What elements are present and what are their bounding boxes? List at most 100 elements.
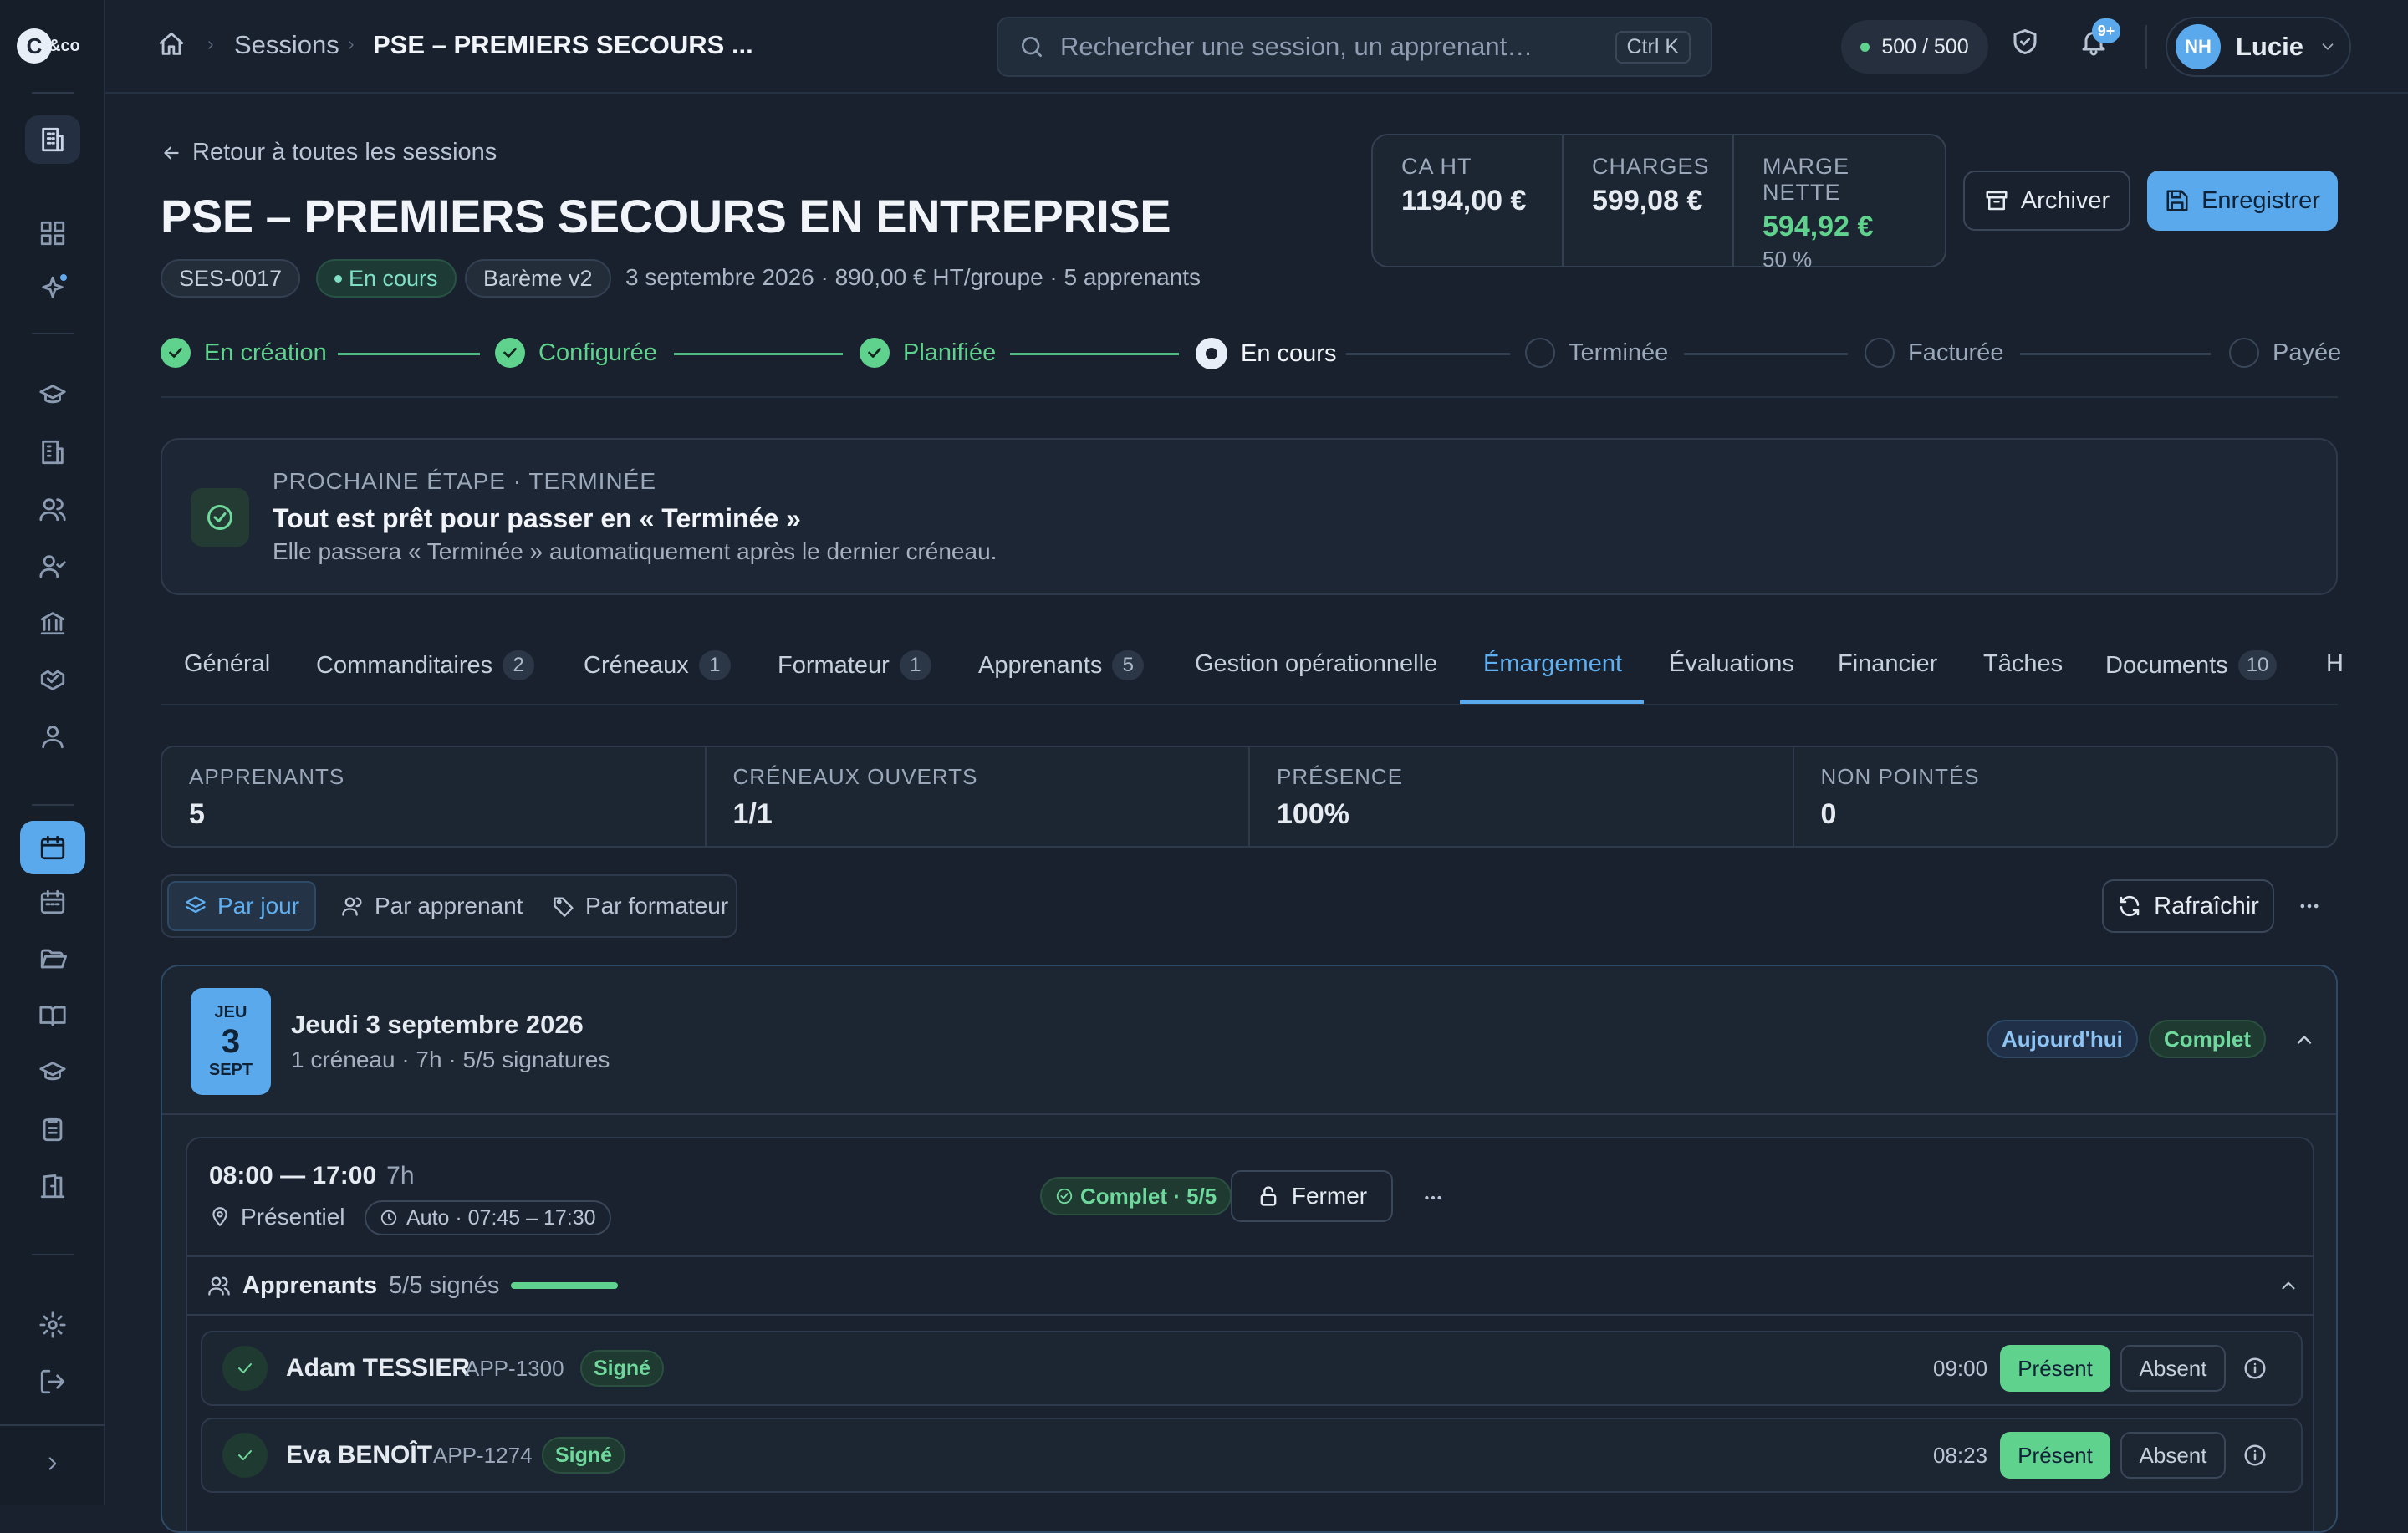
step-configuree: Configurée	[495, 338, 657, 368]
tab-emargement[interactable]: Émargement	[1483, 650, 1622, 678]
logout-icon	[40, 1369, 65, 1394]
tab-formateur[interactable]: Formateur 1	[778, 650, 931, 680]
refresh-button[interactable]: Rafraîchir	[2102, 879, 2274, 933]
absent-button[interactable]: Absent	[2120, 1432, 2226, 1479]
building-icon	[42, 440, 64, 465]
status-badge: En cours	[316, 259, 457, 298]
finance-charges-label: CHARGES	[1592, 154, 1710, 179]
sidebar-item-dashboard[interactable]	[25, 209, 80, 257]
save-button[interactable]: Enregistrer	[2147, 171, 2338, 231]
tab-historique[interactable]: H	[2326, 650, 2344, 678]
day-title: Jeudi 3 septembre 2026	[291, 1010, 584, 1039]
learner-name[interactable]: Adam TESSIER	[286, 1354, 470, 1383]
signed-badge: Signé	[580, 1350, 665, 1387]
present-button[interactable]: Présent	[2000, 1345, 2110, 1392]
stat-label: APPRENANTS	[189, 764, 345, 789]
tab-general[interactable]: Général	[184, 650, 270, 678]
learner-code: APP-1274	[433, 1442, 533, 1468]
sidebar-item-logout[interactable]	[25, 1357, 80, 1406]
learner-name[interactable]: Eva BENOÎT	[286, 1441, 432, 1469]
sidebar-item-learners[interactable]	[25, 485, 80, 533]
step-en-cours: En cours	[1196, 338, 1336, 369]
check-circle-icon	[1056, 1188, 1073, 1204]
sidebar-expand-button[interactable]	[25, 1439, 80, 1488]
folder-open-icon	[40, 949, 67, 969]
view-by-day-button[interactable]: Par jour	[167, 881, 317, 931]
close-slot-button[interactable]: Fermer	[1231, 1170, 1393, 1222]
stat-value: 100%	[1277, 798, 1349, 830]
slot-mode: Présentiel	[241, 1204, 345, 1230]
day-header[interactable]: JEU 3 SEPT Jeudi 3 septembre 2026 1 crén…	[162, 966, 2336, 1115]
users-icon	[342, 897, 362, 916]
sidebar-item-courses[interactable]	[25, 1048, 80, 1097]
tab-financier[interactable]: Financier	[1838, 650, 1937, 678]
sidebar-item-rooms[interactable]	[25, 1162, 80, 1210]
info-icon[interactable]	[2242, 1443, 2268, 1468]
archive-button[interactable]: Archiver	[1963, 171, 2130, 231]
sidebar-item-organization[interactable]	[25, 115, 80, 164]
sidebar-item-trainers[interactable]	[25, 542, 80, 590]
tab-documents[interactable]: Documents 10	[2105, 650, 2278, 680]
chevron-up-icon[interactable]	[2278, 1275, 2299, 1296]
tab-creneaux[interactable]: Créneaux 1	[584, 650, 731, 680]
view-by-trainer-button[interactable]: Par formateur	[537, 881, 743, 931]
step-facturee: Facturée	[1865, 338, 2003, 368]
home-icon[interactable]	[157, 30, 186, 59]
check-icon	[161, 338, 191, 368]
tab-commanditaires[interactable]: Commanditaires 2	[316, 650, 535, 680]
clock-icon	[380, 1210, 397, 1226]
sidebar-item-settings[interactable]	[25, 1301, 80, 1349]
sidebar-item-sessions[interactable]	[20, 821, 85, 874]
sidebar-item-catalog[interactable]	[25, 991, 80, 1040]
stat-apprenants: APPRENANTS 5	[162, 747, 707, 846]
bank-icon	[40, 612, 65, 635]
learners-section-header[interactable]: Apprenants 5/5 signés	[187, 1255, 2313, 1316]
sidebar-item-assistant[interactable]	[25, 264, 80, 313]
date-badge: JEU 3 SEPT	[191, 988, 271, 1095]
finance-charges: CHARGES 599,08 €	[1564, 135, 1734, 266]
back-link[interactable]: Retour à toutes les sessions	[161, 139, 497, 166]
signature-time: 09:00	[1933, 1355, 1988, 1381]
chevron-up-icon[interactable]	[2293, 1028, 2316, 1052]
auto-window-chip: Auto · 07:45 – 17:30	[365, 1200, 611, 1235]
dashboard-icon	[40, 221, 65, 246]
sidebar-item-funders[interactable]	[25, 598, 80, 647]
stat-label: PRÉSENCE	[1277, 764, 1404, 789]
more-options-icon[interactable]	[1420, 1187, 1446, 1209]
app-logo[interactable]: C &co	[17, 25, 87, 67]
info-icon[interactable]	[2242, 1356, 2268, 1381]
check-icon	[860, 338, 890, 368]
logo-mark: C	[17, 28, 52, 64]
sidebar-item-contacts[interactable]	[25, 712, 80, 761]
sidebar-item-partners[interactable]	[25, 655, 80, 704]
search-input[interactable]: Rechercher une session, un apprenant… Ct…	[997, 17, 1712, 77]
attendance-stats: APPRENANTS 5 CRÉNEAUX OUVERTS 1/1 PRÉSEN…	[161, 746, 2338, 848]
sidebar-item-trainings[interactable]	[25, 371, 80, 420]
credits-badge[interactable]: 500 / 500	[1841, 20, 1988, 74]
logo-text: &co	[48, 36, 80, 55]
session-meta: 3 septembre 2026 · 890,00 € HT/groupe · …	[625, 264, 1201, 290]
tab-gestion-operationnelle[interactable]: Gestion opérationnelle	[1195, 650, 1437, 678]
divider	[161, 396, 2338, 398]
users-icon	[42, 726, 64, 749]
breadcrumb-sessions[interactable]: Sessions	[234, 30, 339, 60]
present-button[interactable]: Présent	[2000, 1432, 2110, 1479]
absent-button[interactable]: Absent	[2120, 1345, 2226, 1392]
sidebar-item-evaluations[interactable]	[25, 1105, 80, 1154]
learner-row: Adam TESSIER APP-1300 Signé 09:00 Présen…	[201, 1331, 2303, 1406]
tab-taches[interactable]: Tâches	[1983, 650, 2063, 678]
tab-apprenants[interactable]: Apprenants 5	[978, 650, 1145, 680]
more-options-icon[interactable]	[2296, 894, 2323, 918]
step-connector	[1684, 353, 1848, 355]
user-menu[interactable]: NH Lucie	[2166, 17, 2351, 77]
shield-icon[interactable]	[2010, 27, 2040, 57]
search-placeholder: Rechercher une session, un apprenant…	[1060, 32, 1533, 61]
view-by-learner-button[interactable]: Par apprenant	[326, 881, 538, 931]
tab-label: Documents	[2105, 651, 2228, 679]
sidebar-item-documents[interactable]	[25, 935, 80, 983]
next-step-title: Tout est prêt pour passer en « Terminée …	[273, 503, 801, 533]
sidebar-item-companies[interactable]	[25, 428, 80, 476]
sidebar-item-planning[interactable]	[25, 878, 80, 926]
tab-evaluations[interactable]: Évaluations	[1669, 650, 1794, 678]
calendar-icon	[40, 835, 65, 860]
